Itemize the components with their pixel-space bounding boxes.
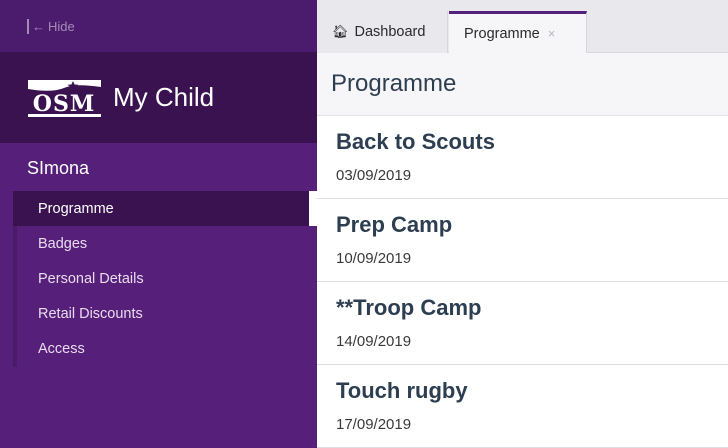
list-item[interactable]: Back to Scouts 03/09/2019 bbox=[317, 116, 728, 199]
sidebar-item-personal-details[interactable]: Personal Details bbox=[13, 261, 317, 296]
sidebar-item-label: Personal Details bbox=[38, 270, 144, 287]
sidebar-item-label: Access bbox=[38, 340, 85, 357]
page-title: Programme bbox=[331, 70, 457, 97]
sidebar: ← Hide OSM My Child SImona Programme Bad… bbox=[0, 0, 317, 448]
sidebar-item-retail-discounts[interactable]: Retail Discounts bbox=[13, 296, 317, 331]
tab-dashboard[interactable]: 🏠︎ Dashboard bbox=[317, 11, 448, 53]
event-title: Back to Scouts bbox=[336, 129, 495, 154]
tab-label: Programme bbox=[464, 25, 540, 42]
close-icon[interactable]: × bbox=[548, 26, 556, 41]
divider-bar bbox=[27, 18, 29, 34]
logo-text: OSM bbox=[33, 91, 95, 117]
sidebar-item-badges[interactable]: Badges bbox=[13, 226, 317, 261]
event-date: 03/09/2019 bbox=[336, 167, 412, 184]
tab-programme[interactable]: Programme × bbox=[449, 11, 587, 53]
page-header: Programme bbox=[317, 53, 728, 116]
brand-header: OSM My Child bbox=[0, 52, 317, 143]
sidebar-nav: Programme Badges Personal Details Retail… bbox=[13, 191, 317, 367]
list-item[interactable]: Touch rugby 17/09/2019 bbox=[317, 365, 728, 448]
sidebar-item-access[interactable]: Access bbox=[13, 331, 317, 366]
event-title: Prep Camp bbox=[336, 212, 453, 237]
sidebar-item-programme[interactable]: Programme bbox=[13, 191, 317, 226]
sidebar-item-label: Retail Discounts bbox=[38, 305, 143, 322]
member-name: SImona bbox=[27, 158, 90, 178]
event-title: **Troop Camp bbox=[336, 295, 482, 320]
tab-label: Dashboard bbox=[354, 24, 426, 40]
list-item[interactable]: **Troop Camp 14/09/2019 bbox=[317, 282, 728, 365]
event-date: 17/09/2019 bbox=[336, 416, 412, 433]
list-item[interactable]: Prep Camp 10/09/2019 bbox=[317, 199, 728, 282]
event-date: 14/09/2019 bbox=[336, 333, 412, 350]
osm-logo: OSM bbox=[26, 78, 103, 118]
hide-bar: ← Hide bbox=[0, 0, 317, 52]
tab-bar: 🏠︎ Dashboard Programme × bbox=[317, 0, 728, 53]
arrow-left-icon: ← bbox=[32, 18, 45, 34]
home-icon: 🏠︎ bbox=[332, 24, 349, 39]
sidebar-item-label: Badges bbox=[38, 235, 88, 252]
event-date: 10/09/2019 bbox=[336, 250, 412, 267]
event-title: Touch rugby bbox=[336, 378, 468, 403]
main-content: 🏠︎ Dashboard Programme × Programme Back … bbox=[317, 0, 728, 448]
brand-title: My Child bbox=[113, 82, 215, 112]
hide-label: Hide bbox=[48, 18, 75, 34]
sidebar-item-label: Programme bbox=[38, 200, 114, 217]
hide-sidebar-button[interactable]: ← Hide bbox=[27, 18, 75, 34]
